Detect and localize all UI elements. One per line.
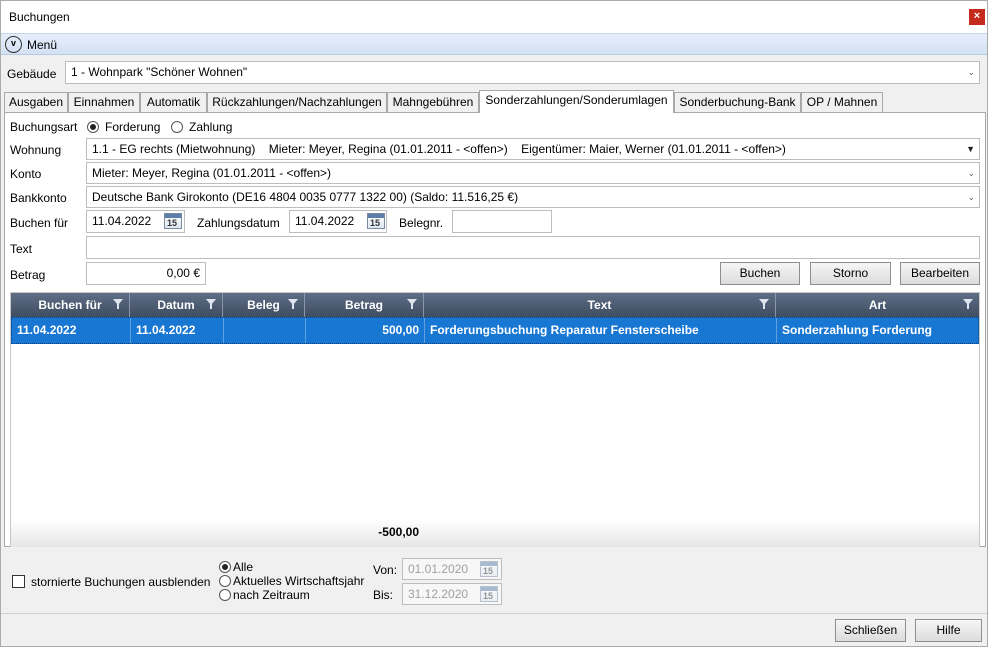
filter-icon[interactable] xyxy=(206,299,216,309)
close-icon[interactable]: × xyxy=(969,9,985,25)
text-input[interactable] xyxy=(86,236,980,259)
radio-zahlung[interactable] xyxy=(171,121,183,133)
radio-wirtschaftsjahr[interactable] xyxy=(219,575,231,587)
menu-bar[interactable]: v Menü xyxy=(1,33,987,55)
buchen-button[interactable]: Buchen xyxy=(720,262,800,285)
konto-label: Konto xyxy=(10,167,42,181)
buchen-fuer-value: 11.04.2022 xyxy=(92,214,152,228)
calendar-icon[interactable]: 15 xyxy=(367,213,385,229)
grid-summary: -500,00 xyxy=(11,519,979,547)
cell-buchen-fuer: 11.04.2022 xyxy=(12,318,131,343)
radio-alle[interactable] xyxy=(219,561,231,573)
radio-forderung-label[interactable]: Forderung xyxy=(105,120,160,134)
cell-beleg xyxy=(224,318,306,343)
tab-mahngebuehren[interactable]: Mahngebühren xyxy=(387,92,479,112)
radio-forderung[interactable] xyxy=(87,121,99,133)
radio-wirtschaftsjahr-label[interactable]: Aktuelles Wirtschaftsjahr xyxy=(233,574,364,588)
schliessen-button[interactable]: Schließen xyxy=(835,619,906,642)
col-header-text[interactable]: Text xyxy=(424,293,776,317)
konto-select[interactable]: Mieter: Meyer, Regina (01.01.2011 - <off… xyxy=(86,162,980,184)
filter-icon[interactable] xyxy=(288,299,298,309)
zahlungsdatum-value: 11.04.2022 xyxy=(295,214,355,228)
dropdown-arrow-icon[interactable]: ▼ xyxy=(966,139,975,159)
bottom-bar: Schließen Hilfe xyxy=(1,613,987,646)
wohnung-select[interactable]: 1.1 - EG rechts (Mietwohnung) Mieter: Me… xyxy=(86,138,980,160)
gebaeude-select[interactable]: 1 - Wohnpark "Schöner Wohnen" ⌄ xyxy=(65,61,980,84)
chevron-down-icon[interactable]: ⌄ xyxy=(967,187,975,207)
tab-rueckzahlungen[interactable]: Rückzahlungen/Nachzahlungen xyxy=(207,92,387,112)
filter-icon[interactable] xyxy=(407,299,417,309)
cell-text: Forderungsbuchung Reparatur Fensterschei… xyxy=(425,318,777,343)
col-header-buchen-fuer[interactable]: Buchen für xyxy=(11,293,130,317)
col-header-art[interactable]: Art xyxy=(776,293,979,317)
wohnung-label: Wohnung xyxy=(10,143,62,157)
storno-button[interactable]: Storno xyxy=(810,262,891,285)
chevron-down-icon[interactable]: ⌄ xyxy=(967,62,975,82)
tab-ausgaben[interactable]: Ausgaben xyxy=(4,92,68,112)
gebaeude-label: Gebäude xyxy=(7,67,57,81)
cell-betrag: 500,00 xyxy=(306,318,425,343)
bankkonto-label: Bankkonto xyxy=(10,191,67,205)
tab-sonderzahlungen[interactable]: Sonderzahlungen/Sonderumlagen xyxy=(479,90,674,113)
col-header-betrag[interactable]: Betrag xyxy=(305,293,424,317)
table-row[interactable]: 11.04.2022 11.04.2022 500,00 Forderungsb… xyxy=(11,317,979,344)
col-header-datum[interactable]: Datum xyxy=(130,293,223,317)
von-label: Von: xyxy=(373,563,398,577)
gebaeude-value: 1 - Wohnpark "Schöner Wohnen" xyxy=(71,65,248,79)
bearbeiten-button[interactable]: Bearbeiten xyxy=(900,262,980,285)
tab-automatik[interactable]: Automatik xyxy=(140,92,207,112)
calendar-icon[interactable]: 15 xyxy=(164,213,182,229)
tab-op-mahnen[interactable]: OP / Mahnen xyxy=(801,92,883,112)
betrag-label: Betrag xyxy=(10,268,46,282)
radio-alle-label[interactable]: Alle xyxy=(233,560,253,574)
von-value: 01.01.2020 xyxy=(408,562,469,576)
chevron-down-icon[interactable]: v xyxy=(5,36,22,53)
buchungen-window: Buchungen × v Menü Gebäude 1 - Wohnpark … xyxy=(0,0,988,647)
chevron-down-icon[interactable]: ⌄ xyxy=(967,163,975,183)
tab-sonderbuchung-bank[interactable]: Sonderbuchung-Bank xyxy=(674,92,801,112)
belegnr-input[interactable] xyxy=(452,210,552,233)
radio-zeitraum[interactable] xyxy=(219,589,231,601)
text-label: Text xyxy=(10,242,33,256)
belegnr-label: Belegnr. xyxy=(399,216,444,230)
window-title: Buchungen xyxy=(9,10,70,24)
hide-canceled-label[interactable]: stornierte Buchungen ausblenden xyxy=(31,575,210,589)
buchungen-grid: Buchen für Datum Beleg Betrag Text Art 1… xyxy=(10,292,980,547)
bis-value: 31.12.2020 xyxy=(408,587,469,601)
radio-zahlung-label[interactable]: Zahlung xyxy=(189,120,232,134)
calendar-icon: 15 xyxy=(480,561,498,577)
konto-value: Mieter: Meyer, Regina (01.01.2011 - <off… xyxy=(92,166,332,180)
cell-datum: 11.04.2022 xyxy=(131,318,224,343)
calendar-icon: 15 xyxy=(480,586,498,602)
bankkonto-select[interactable]: Deutsche Bank Girokonto (DE16 4804 0035 … xyxy=(86,186,980,208)
wohnung-value: 1.1 - EG rechts (Mietwohnung) Mieter: Me… xyxy=(92,142,786,156)
col-header-beleg[interactable]: Beleg xyxy=(223,293,305,317)
title-bar: Buchungen × xyxy=(1,1,987,33)
radio-zeitraum-label[interactable]: nach Zeitraum xyxy=(233,588,310,602)
tab-einnahmen[interactable]: Einnahmen xyxy=(68,92,140,112)
zahlungsdatum-label: Zahlungsdatum xyxy=(197,216,280,230)
filter-icon[interactable] xyxy=(113,299,123,309)
bis-label: Bis: xyxy=(373,588,394,602)
cell-art: Sonderzahlung Forderung xyxy=(782,323,932,337)
betrag-sum: -500,00 xyxy=(378,525,419,539)
filter-icon[interactable] xyxy=(759,299,769,309)
filter-icon[interactable] xyxy=(963,299,973,309)
menu-label[interactable]: Menü xyxy=(27,38,57,52)
grid-header: Buchen für Datum Beleg Betrag Text Art xyxy=(11,293,979,317)
buchen-fuer-label: Buchen für xyxy=(10,216,69,230)
buchungsart-label: Buchungsart xyxy=(10,120,78,134)
betrag-input[interactable]: 0,00 € xyxy=(86,262,206,285)
hide-canceled-checkbox[interactable] xyxy=(12,575,25,588)
bankkonto-value: Deutsche Bank Girokonto (DE16 4804 0035 … xyxy=(92,190,519,204)
hilfe-button[interactable]: Hilfe xyxy=(915,619,982,642)
betrag-value: 0,00 € xyxy=(166,266,200,280)
